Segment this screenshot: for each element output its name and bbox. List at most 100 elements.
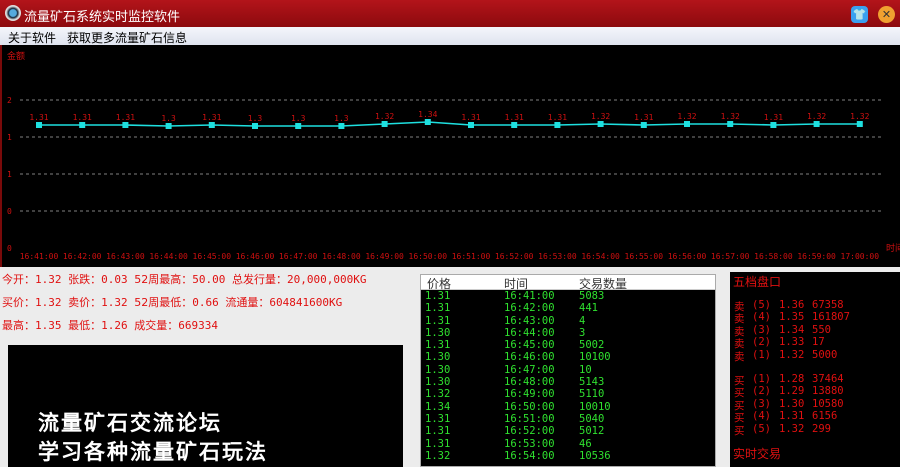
- data-label: 1.31: [116, 113, 135, 122]
- skin-shirt-icon[interactable]: 👕: [851, 6, 868, 23]
- stat-value: 604841600KG: [269, 296, 343, 309]
- data-label: 1.31: [202, 113, 221, 122]
- x-tick-label: 16:56:00: [668, 252, 707, 261]
- book-cell: (2): [752, 385, 771, 398]
- book-cell: (1): [752, 373, 771, 385]
- data-point: [338, 123, 345, 129]
- qty-cell: 3: [579, 326, 586, 339]
- price-chart: 2 1 1 0 0 金额 时间 1.31 16:41:00 1.31 16:42:00 1.31 16:…: [0, 45, 900, 267]
- book-cell: (5): [752, 422, 771, 435]
- app-logo-icon: [5, 5, 21, 21]
- table-row[interactable]: 1.30 16:44:00 3: [421, 327, 715, 339]
- stat-value: 1.32: [35, 296, 69, 309]
- data-point: [813, 121, 820, 127]
- stat-label: 流通量：: [225, 296, 270, 309]
- book-cell: 161807: [812, 311, 850, 324]
- table-row[interactable]: 1.31 16:41:00 5083: [421, 290, 715, 302]
- price-cell: 1.34: [425, 400, 451, 413]
- menu-more-info[interactable]: 获取更多流量矿石信息: [67, 29, 187, 46]
- stat-value: 1.32: [101, 296, 135, 309]
- book-cell: 1.29: [779, 385, 805, 398]
- book-cell: (2): [752, 336, 771, 349]
- x-axis-label: 时间: [886, 242, 900, 254]
- data-label: 1.31: [548, 113, 567, 122]
- price-cell: 1.30: [425, 326, 451, 339]
- x-tick-label: 16:50:00: [409, 252, 448, 261]
- close-button[interactable]: ✕: [878, 6, 895, 23]
- stat-value: 669334: [178, 319, 218, 332]
- time-cell: 16:51:00: [504, 412, 555, 425]
- stat-label: 最高：: [2, 319, 35, 332]
- trades-table: 价格 时间 交易数量 1.31 16:41:00 5083 1.31 16:42:00 4…: [420, 274, 716, 467]
- qty-cell: 441: [579, 302, 598, 315]
- data-point: [684, 121, 690, 127]
- book-cell: 6156: [812, 410, 838, 423]
- table-row[interactable]: 1.31 16:45:00 5002: [421, 339, 715, 351]
- stat-value: 20,000,000KG: [287, 273, 367, 286]
- book-cell: 1.30: [779, 397, 805, 410]
- y-tick-label: 2: [7, 96, 12, 105]
- ad-line-2: 学习各种流量矿石玩法: [38, 440, 268, 464]
- data-point: [424, 119, 431, 125]
- x-tick-label: 16:53:00: [538, 252, 577, 261]
- table-row[interactable]: 1.31 16:53:00 46: [421, 438, 715, 450]
- table-row[interactable]: 1.31 16:51:00 5040: [421, 413, 715, 425]
- price-cell: 1.31: [425, 290, 451, 302]
- data-label: 1.31: [764, 113, 783, 122]
- stat-value: 1.35: [35, 319, 69, 332]
- table-row[interactable]: 1.32 16:49:00 5110: [421, 388, 715, 400]
- data-point: [597, 121, 604, 127]
- table-row[interactable]: 1.30 16:47:00 10: [421, 364, 715, 376]
- data-label: 1.3: [334, 114, 349, 123]
- book-cell: (3): [752, 323, 771, 336]
- time-cell: 16:49:00: [504, 388, 555, 401]
- time-cell: 16:43:00: [504, 314, 555, 327]
- stat-value: 50.00: [192, 273, 232, 286]
- book-cell: 550: [812, 323, 831, 336]
- data-label: 1.3: [248, 114, 263, 123]
- time-cell: 16:53:00: [504, 437, 555, 450]
- table-row[interactable]: 1.30 16:48:00 5143: [421, 376, 715, 388]
- table-row[interactable]: 1.32 16:54:00 10536: [421, 450, 715, 462]
- table-row[interactable]: 1.31 16:52:00 5012: [421, 425, 715, 437]
- order-book-title: 五档盘口: [733, 275, 782, 289]
- time-cell: 16:42:00: [504, 302, 555, 315]
- time-cell: 16:41:00: [504, 290, 555, 302]
- stat-label: 成交量：: [134, 319, 179, 332]
- data-point: [727, 121, 734, 127]
- data-label: 1.32: [721, 112, 740, 121]
- x-tick-label: 16:48:00: [322, 252, 361, 261]
- x-tick-label: 16:59:00: [797, 252, 836, 261]
- window-title: 流量矿石系统实时监控软件: [24, 10, 181, 25]
- price-cell: 1.30: [425, 363, 451, 376]
- book-cell: (5): [752, 299, 771, 311]
- y-tick-label: 0: [7, 207, 12, 216]
- data-label: 1.32: [807, 112, 826, 121]
- x-tick-label: 16:41:00: [20, 252, 59, 261]
- table-row[interactable]: 1.34 16:50:00 10010: [421, 401, 715, 413]
- data-point: [79, 122, 86, 128]
- data-point: [856, 121, 863, 127]
- x-tick-label: 16:55:00: [625, 252, 664, 261]
- price-cell: 1.31: [425, 314, 451, 327]
- book-cell: (4): [752, 311, 771, 324]
- time-cell: 16:45:00: [504, 339, 555, 352]
- book-cell: 10580: [812, 397, 844, 410]
- book-cell: 1.28: [779, 373, 805, 385]
- data-point: [770, 122, 777, 128]
- data-label: 1.3: [291, 114, 306, 123]
- ad-banner[interactable]: 流量矿石交流论坛 学习各种流量矿石玩法: [8, 345, 403, 467]
- book-cell: 1.33: [779, 336, 805, 349]
- data-label: 1.3: [161, 114, 176, 123]
- table-row[interactable]: 1.31 16:43:00 4: [421, 315, 715, 327]
- x-tick-label: 17:00:00: [841, 252, 880, 261]
- qty-cell: 10100: [579, 351, 611, 364]
- price-cell: 1.32: [425, 449, 451, 462]
- table-row[interactable]: 1.30 16:46:00 10100: [421, 351, 715, 363]
- x-tick-label: 16:57:00: [711, 252, 750, 261]
- menu-about[interactable]: 关于软件: [8, 29, 56, 46]
- qty-cell: 5143: [579, 376, 605, 389]
- title-bar: 流量矿石系统实时监控软件 👕 ✕: [0, 0, 900, 27]
- data-label: 1.31: [29, 113, 48, 122]
- table-row[interactable]: 1.31 16:42:00 441: [421, 302, 715, 314]
